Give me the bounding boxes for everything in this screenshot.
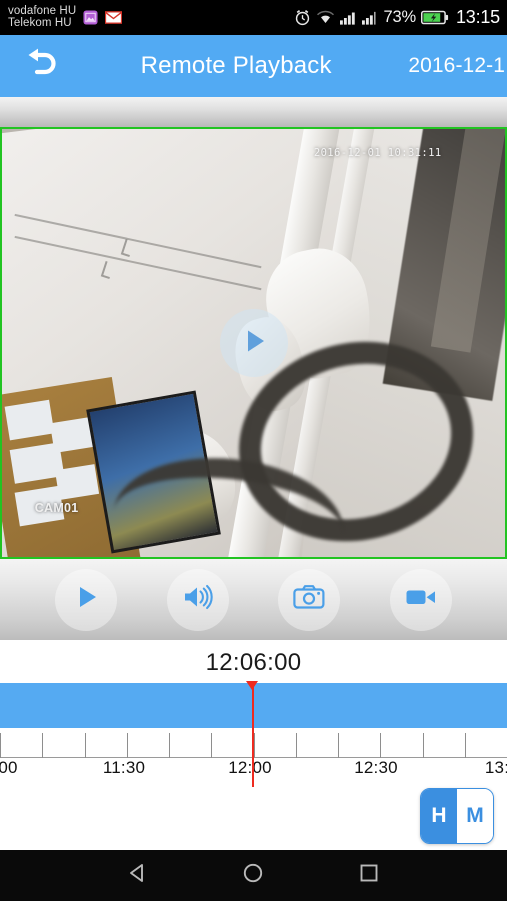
android-nav-bar <box>0 850 507 901</box>
status-bar: vodafone HU Telekom HU 73% 13:15 <box>0 0 507 35</box>
time-scale-toggle[interactable]: H M <box>420 788 494 844</box>
speaker-icon <box>182 583 214 616</box>
video-camera-icon <box>405 586 437 613</box>
ruler-tick <box>127 733 128 758</box>
timeline-ruler-labels: 00 11:30 12:00 12:30 13: <box>0 758 507 784</box>
home-nav-icon <box>241 861 265 890</box>
video-timestamp-overlay: 2016-12-01 10:31:11 <box>313 146 442 159</box>
play-icon <box>237 324 271 363</box>
video-play-overlay-button[interactable] <box>219 309 288 377</box>
audio-button[interactable] <box>166 568 229 631</box>
back-nav-icon <box>126 861 150 890</box>
video-player[interactable]: 2016-12-01 10:31:11 CAM01 <box>0 127 507 559</box>
timeline-ruler <box>0 728 507 758</box>
ruler-tick <box>423 733 424 758</box>
timeline-current-time: 12:06:00 <box>205 649 302 676</box>
signal-icon-2 <box>361 11 379 25</box>
battery-percent: 73% <box>383 8 417 26</box>
back-nav-button[interactable] <box>108 850 168 901</box>
gmail-icon <box>105 11 123 24</box>
ruler-tick <box>254 733 255 758</box>
ruler-tick <box>42 733 43 758</box>
ruler-tick <box>211 733 212 758</box>
toggle-minutes[interactable]: M <box>457 789 493 843</box>
carrier-line-1: vodafone HU <box>8 4 77 17</box>
record-button[interactable] <box>390 568 453 631</box>
camera-icon <box>293 584 325 615</box>
alarm-icon <box>294 9 311 26</box>
carrier-labels: vodafone HU Telekom HU <box>8 4 77 29</box>
ruler-tick <box>169 733 170 758</box>
ruler-tick <box>338 733 339 758</box>
ruler-label: 13: <box>484 758 507 777</box>
ruler-tick <box>465 733 466 758</box>
ruler-tick <box>380 733 381 758</box>
carrier-line-2: Telekom HU <box>8 16 72 29</box>
back-arrow-icon <box>17 46 61 87</box>
play-button[interactable] <box>54 568 117 631</box>
gallery-icon <box>83 10 98 25</box>
ruler-label: 12:30 <box>354 758 398 777</box>
camera-name-overlay: CAM01 <box>34 501 79 516</box>
top-gradient-strip <box>0 97 507 127</box>
ruler-tick <box>296 733 297 758</box>
ruler-label: 00 <box>0 758 18 777</box>
status-bar-clock: 13:15 <box>455 7 500 27</box>
playhead-marker[interactable] <box>252 681 254 787</box>
ruler-label: 11:30 <box>102 758 146 777</box>
recents-nav-button[interactable] <box>339 850 399 901</box>
signal-icon-1 <box>339 11 357 25</box>
ruler-label: 12:00 <box>228 758 272 777</box>
status-bar-right: 73% 13:15 <box>294 7 500 28</box>
toggle-hours[interactable]: H <box>421 789 457 843</box>
title-bar: Remote Playback 2016-12-1 <box>0 35 507 97</box>
wifi-icon <box>316 10 335 25</box>
status-bar-left: vodafone HU Telekom HU <box>8 4 123 29</box>
ruler-tick <box>0 733 1 758</box>
page-title: Remote Playback <box>140 52 332 79</box>
home-nav-button[interactable] <box>223 850 283 901</box>
ruler-tick <box>85 733 86 758</box>
recents-nav-icon <box>357 861 381 890</box>
snapshot-button[interactable] <box>278 568 341 631</box>
play-icon <box>71 582 101 617</box>
battery-charging-icon <box>420 10 449 25</box>
playback-controls <box>0 559 507 640</box>
playback-date[interactable]: 2016-12-1 <box>408 54 507 78</box>
timeline-panel[interactable]: 12:06:00 00 11:30 12:00 12:30 13: H M <box>0 640 507 850</box>
